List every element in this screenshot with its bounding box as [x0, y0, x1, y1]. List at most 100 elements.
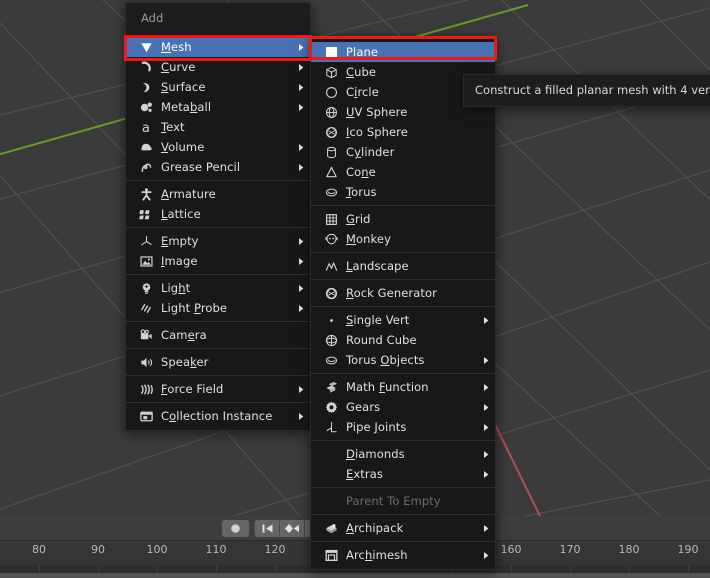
- menu-item-force-field[interactable]: Force Field: [126, 379, 310, 399]
- menu-item-math-function[interactable]: Math Function: [311, 377, 495, 397]
- surface-icon: [135, 79, 157, 95]
- menu-item-volume[interactable]: Volume: [126, 137, 310, 157]
- menu-item-metaball[interactable]: Metaball: [126, 97, 310, 117]
- chevron-right-icon: [294, 304, 308, 313]
- menu-item-light-probe[interactable]: Light Probe: [126, 298, 310, 318]
- lattice-icon: [135, 206, 157, 222]
- menu-separator: [311, 252, 495, 253]
- menu-item-label: Curve: [161, 60, 196, 74]
- jump-to-start-button[interactable]: [254, 520, 279, 537]
- menu-item-extras[interactable]: Extras: [311, 464, 495, 484]
- menu-item-label: Empty: [161, 234, 199, 248]
- chevron-right-icon: [479, 524, 493, 533]
- menu-item-label: Single Vert: [346, 313, 410, 327]
- mesh-submenu[interactable]: Plane Cube Circle UV Sphere Ico Sphere Cylind…: [310, 37, 496, 570]
- chevron-right-icon: [294, 257, 308, 266]
- menu-item-label: Monkey: [346, 232, 391, 246]
- menu-item-torus-objects[interactable]: Torus Objects: [311, 350, 495, 370]
- archipack-icon: [320, 520, 342, 536]
- menu-item-label: Diamonds: [346, 447, 405, 461]
- chevron-right-icon: [479, 423, 493, 432]
- menu-item-label: Ico Sphere: [346, 125, 408, 139]
- menu-item-label: Metaball: [161, 100, 212, 114]
- menu-item-archimesh[interactable]: Archimesh: [311, 545, 495, 565]
- chevron-right-icon: [479, 470, 493, 479]
- menu-item-label: Light Probe: [161, 301, 228, 315]
- gears-icon: [320, 399, 342, 415]
- menu-item-image[interactable]: Image: [126, 251, 310, 271]
- menu-item-camera[interactable]: Camera: [126, 325, 310, 345]
- menu-item-diamonds[interactable]: Diamonds: [311, 444, 495, 464]
- menu-item-grease-pencil[interactable]: Grease Pencil: [126, 157, 310, 177]
- monkey-icon: [320, 231, 342, 247]
- chevron-right-icon: [294, 237, 308, 246]
- chevron-right-icon: [294, 63, 308, 72]
- menu-item-label: Armature: [161, 187, 216, 201]
- menu-item-mesh[interactable]: Mesh: [126, 37, 310, 57]
- menu-item-label: Pipe Joints: [346, 420, 407, 434]
- menu-item-cone[interactable]: Cone: [311, 162, 495, 182]
- timeline-tick: 170: [559, 543, 581, 556]
- menu-item-speaker[interactable]: Speaker: [126, 352, 310, 372]
- menu-item-label: Round Cube: [346, 333, 417, 347]
- menu-separator: [126, 227, 310, 228]
- chevron-right-icon: [294, 385, 308, 394]
- menu-item-round-cube[interactable]: Round Cube: [311, 330, 495, 350]
- menu-item-label: Rock Generator: [346, 286, 437, 300]
- menu-item-label: Speaker: [161, 355, 209, 369]
- image-icon: [135, 253, 157, 269]
- menu-item-ico-sphere[interactable]: Ico Sphere: [311, 122, 495, 142]
- timeline-tick: 120: [264, 543, 286, 556]
- menu-item-label: Torus Objects: [346, 353, 425, 367]
- menu-item-collection-instance[interactable]: Collection Instance: [126, 406, 310, 426]
- menu-item-label: Light: [161, 281, 191, 295]
- light-probe-icon: [135, 300, 157, 316]
- menu-item-label: Camera: [161, 328, 207, 342]
- plane-icon: [320, 44, 342, 60]
- menu-item-surface[interactable]: Surface: [126, 77, 310, 97]
- grid-icon: [320, 211, 342, 227]
- add-menu[interactable]: Add Mesh Curve Surface Metaball a Text Volume G…: [125, 2, 311, 431]
- menu-item-armature[interactable]: Armature: [126, 184, 310, 204]
- menu-item-gears[interactable]: Gears: [311, 397, 495, 417]
- cone-icon: [320, 164, 342, 180]
- menu-separator: [311, 541, 495, 542]
- menu-item-label: Surface: [161, 80, 206, 94]
- menu-item-lattice[interactable]: Lattice: [126, 204, 310, 224]
- menu-separator: [311, 373, 495, 374]
- menu-separator: [311, 514, 495, 515]
- chevron-right-icon: [294, 163, 308, 172]
- archimesh-icon: [320, 547, 342, 563]
- menu-item-label: Grease Pencil: [161, 160, 241, 174]
- menu-item-text[interactable]: a Text: [126, 117, 310, 137]
- collection-instance-icon: [135, 408, 157, 424]
- menu-item-grid[interactable]: Grid: [311, 209, 495, 229]
- timeline-tick: 80: [32, 543, 46, 556]
- menu-item-cylinder[interactable]: Cylinder: [311, 142, 495, 162]
- round-cube-icon: [320, 332, 342, 348]
- menu-item-label: Text: [161, 120, 185, 134]
- pipe-joints-icon: [320, 419, 342, 435]
- menu-item-rock-generator[interactable]: Rock Generator: [311, 283, 495, 303]
- chevron-right-icon: [479, 316, 493, 325]
- torus-objects-icon: [320, 352, 342, 368]
- menu-item-empty[interactable]: Empty: [126, 231, 310, 251]
- menu-item-plane[interactable]: Plane: [311, 42, 495, 62]
- force-field-icon: [135, 381, 157, 397]
- menu-item-label: Torus: [346, 185, 377, 199]
- prev-keyframe-button[interactable]: [279, 520, 304, 537]
- menu-item-label: Force Field: [161, 382, 224, 396]
- menu-item-label: Archimesh: [346, 548, 408, 562]
- menu-separator: [126, 348, 310, 349]
- menu-item-pipe-joints[interactable]: Pipe Joints: [311, 417, 495, 437]
- menu-item-torus[interactable]: Torus: [311, 182, 495, 202]
- menu-item-monkey[interactable]: Monkey: [311, 229, 495, 249]
- menu-item-archipack[interactable]: Archipack: [311, 518, 495, 538]
- menu-separator: [126, 274, 310, 275]
- menu-item-landscape[interactable]: Landscape: [311, 256, 495, 276]
- menu-item-light[interactable]: Light: [126, 278, 310, 298]
- auto-keying-button[interactable]: [222, 520, 249, 537]
- empty-icon: [135, 233, 157, 249]
- menu-item-curve[interactable]: Curve: [126, 57, 310, 77]
- menu-item-single-vert[interactable]: Single Vert: [311, 310, 495, 330]
